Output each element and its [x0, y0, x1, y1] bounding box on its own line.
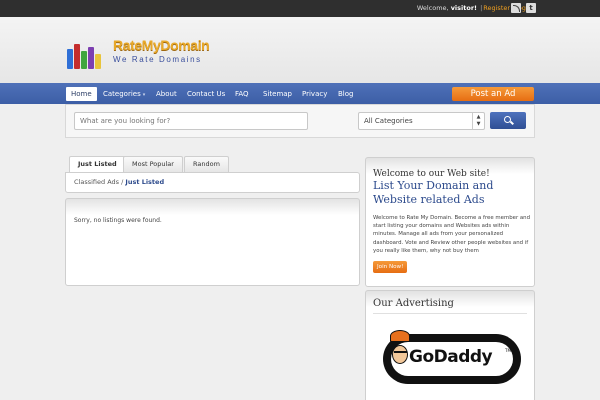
welcome-widget: Welcome to our Web site! List Your Domai… [365, 157, 535, 287]
chevron-down-icon: ▾ [142, 92, 146, 98]
nav-item-home[interactable]: Home [66, 87, 97, 101]
breadcrumb-root[interactable]: Classified Ads [74, 178, 119, 186]
tab-just-listed[interactable]: Just Listed [69, 156, 126, 173]
nav-item-sitemap[interactable]: Sitemap [258, 87, 297, 101]
listings-panel: Sorry, no listings were found. [65, 198, 360, 286]
mascot-hair-icon [390, 330, 410, 342]
site-logo[interactable]: RateMyDomain We Rate Domains [67, 37, 217, 81]
nav-item-about[interactable]: About [151, 87, 182, 101]
logo-bar-icon [88, 47, 94, 69]
widget-heading: Our Advertising [373, 298, 454, 309]
nav-item-faq[interactable]: FAQ [230, 87, 254, 101]
welcome-prefix: Welcome, [416, 4, 451, 12]
nav-item-contact-us[interactable]: Contact Us [182, 87, 230, 101]
widget-body: Welcome to Rate My Domain. Become a free… [373, 215, 531, 254]
breadcrumb: Classified Ads / Just Listed [65, 172, 360, 193]
search-bar: All Categories ▲▼ [65, 104, 535, 138]
breadcrumb-current: Just Listed [125, 178, 165, 186]
tab-random[interactable]: Random [184, 156, 229, 172]
post-ad-button[interactable]: Post an Ad [452, 87, 534, 101]
nav-item-privacy[interactable]: Privacy [297, 87, 332, 101]
empty-listings-message: Sorry, no listings were found. [74, 217, 162, 224]
widget-heading: Welcome to our Web site! [373, 169, 490, 179]
godaddy-ad-banner[interactable]: GoDaddy TM [383, 330, 521, 384]
search-button[interactable] [490, 112, 526, 129]
separator: | [480, 4, 483, 12]
brand-tagline: We Rate Domains [113, 55, 202, 64]
search-input[interactable] [74, 112, 308, 130]
arrow-down-icon: ▼ [476, 121, 481, 127]
category-select-value: All Categories [364, 117, 413, 125]
join-now-button[interactable]: Join Now! [373, 261, 408, 273]
logo-bar-icon [74, 44, 80, 69]
logo-bar-icon [67, 49, 73, 69]
mascot-glasses-icon [394, 351, 407, 355]
register-link[interactable]: Register [483, 4, 510, 12]
select-arrows-icon: ▲ ▼ [472, 113, 484, 129]
widget-title: List Your Domain and Website related Ads [373, 179, 494, 206]
divider [373, 313, 527, 314]
search-icon-handle [510, 120, 514, 125]
breadcrumb-separator: / [121, 178, 124, 186]
logo-bar-icon [81, 51, 87, 69]
tab-most-popular[interactable]: Most Popular [123, 156, 183, 172]
advertising-widget: Our Advertising GoDaddy TM [365, 290, 535, 400]
arrow-up-icon: ▲ [476, 114, 481, 120]
site-header: RateMyDomain We Rate Domains [0, 17, 600, 83]
ad-logo-text: GoDaddy [409, 347, 493, 367]
twitter-icon[interactable]: t [526, 3, 536, 13]
brand-name: RateMyDomain [113, 37, 210, 53]
nav-item-categories[interactable]: Categories ▾ [98, 87, 150, 101]
rss-icon[interactable] [511, 3, 521, 13]
logo-bar-icon [95, 54, 101, 69]
ad-trademark: TM [505, 348, 511, 353]
nav-item-blog[interactable]: Blog [333, 87, 358, 101]
nav-item-label: Categories [103, 90, 141, 98]
top-bar: Welcome, visitor! |Register|Login| t [0, 0, 600, 17]
visitor-name: visitor! [450, 4, 477, 12]
category-select[interactable]: All Categories ▲ ▼ [358, 112, 485, 130]
